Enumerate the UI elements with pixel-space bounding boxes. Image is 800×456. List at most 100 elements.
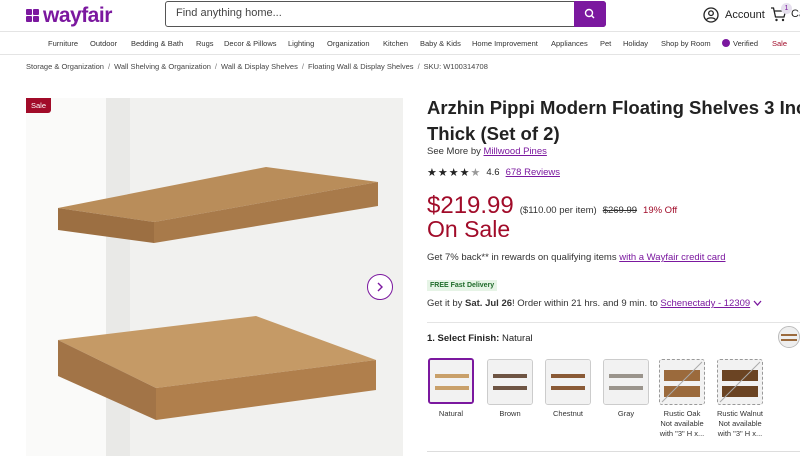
swatch-rustic-walnut-image	[718, 360, 762, 404]
star-icon: ★	[427, 167, 437, 179]
location-link[interactable]: Schenectady - 12309	[660, 298, 750, 309]
arrive-date: Sat. Jul 26	[465, 298, 513, 309]
breadcrumb-item[interactable]: Wall & Display Shelves	[221, 62, 298, 71]
rewards-text: Get 7% back** in rewards on qualifying i…	[427, 252, 617, 263]
product-title-line-2: Thick (Set of 2)	[427, 123, 560, 144]
swatch-natural[interactable]	[428, 358, 474, 404]
chevron-down-icon[interactable]	[753, 299, 762, 307]
category-nav: Furniture Outdoor Bedding & Bath Rugs De…	[0, 31, 800, 55]
swatch-rustic-oak-note: Not available with "3" H x...	[659, 419, 705, 438]
product-image[interactable]	[26, 98, 403, 456]
swatch-rustic-oak[interactable]	[659, 359, 705, 405]
cart-button[interactable]: 1 Ca	[770, 3, 800, 22]
section-divider	[427, 322, 800, 323]
swatch-brown-label: Brown	[499, 409, 521, 418]
swatch-rustic-oak-image	[660, 360, 704, 404]
swatch-rustic-oak-name: Rustic Oak	[663, 409, 701, 418]
breadcrumb-item[interactable]: Wall Shelving & Organization	[114, 62, 211, 71]
breadcrumb-separator: /	[214, 62, 218, 71]
star-icon: ★	[437, 167, 448, 179]
star-icon: ★	[448, 167, 459, 179]
swatch-chestnut-image	[546, 360, 590, 404]
section-divider	[427, 451, 800, 452]
swatch-brown-image	[488, 360, 532, 404]
brand-link[interactable]: Millwood Pines	[484, 146, 547, 157]
rating-summary: ★ ★ ★ ★ ★ 4.6 678 Reviews	[427, 166, 560, 179]
swatch-rustic-walnut-note: Not available with "3" H x...	[717, 419, 763, 438]
swatch-rustic-walnut-name: Rustic Walnut	[717, 409, 763, 418]
nav-item-shop-by-room[interactable]: Shop by Room	[661, 39, 711, 48]
account-button[interactable]: Account	[703, 7, 765, 23]
rewards-info: Get 7% back** in rewards on qualifying i…	[427, 252, 726, 263]
swatch-rustic-walnut[interactable]	[717, 359, 763, 405]
star-icon: ★	[459, 167, 470, 179]
nav-item-decor-pillows[interactable]: Decor & Pillows	[224, 39, 277, 48]
arrive-mid: ! Order within 21 hrs. and 9 min. to	[512, 298, 658, 309]
see-more-brand: See More by Millwood Pines	[427, 146, 547, 157]
product-image-gallery: Sale	[26, 98, 403, 456]
finish-selector-label: 1. Select Finish: Natural	[427, 333, 533, 344]
nav-item-home-improvement[interactable]: Home Improvement	[472, 39, 538, 48]
breadcrumb-separator: /	[107, 62, 111, 71]
nav-item-organization[interactable]: Organization	[327, 39, 370, 48]
verified-icon	[722, 39, 730, 47]
star-half-icon: ★	[470, 167, 481, 179]
credit-card-link[interactable]: with a Wayfair credit card	[619, 252, 725, 263]
nav-item-lighting[interactable]: Lighting	[288, 39, 314, 48]
sku-label: SKU: W100314708	[423, 62, 488, 71]
reviews-link[interactable]: 678 Reviews	[506, 167, 560, 178]
nav-item-pet[interactable]: Pet	[600, 39, 611, 48]
nav-item-kitchen[interactable]: Kitchen	[383, 39, 408, 48]
top-bar: wayfair Account 1 Ca	[0, 0, 800, 30]
chevron-right-icon	[377, 282, 383, 292]
nav-item-outdoor[interactable]: Outdoor	[90, 39, 117, 48]
finish-preview-image	[779, 327, 799, 347]
nav-item-verified[interactable]: Verified	[722, 39, 758, 48]
swatch-chestnut[interactable]	[545, 359, 591, 405]
nav-item-furniture[interactable]: Furniture	[48, 39, 78, 48]
breadcrumb-item[interactable]: Floating Wall & Display Shelves	[308, 62, 414, 71]
product-title-line-1: Arzhin Pippi Modern Floating Shelves 3 I…	[427, 97, 800, 118]
nav-item-rugs[interactable]: Rugs	[196, 39, 214, 48]
original-price: $269.99	[602, 205, 638, 216]
nav-item-baby-kids[interactable]: Baby & Kids	[420, 39, 461, 48]
next-image-button[interactable]	[367, 274, 393, 300]
cart-label: Ca	[791, 8, 800, 20]
free-delivery-badge: FREE Fast Delivery	[427, 280, 498, 291]
nav-item-holiday[interactable]: Holiday	[623, 39, 648, 48]
logo-text: wayfair	[43, 4, 112, 27]
cart-count-badge: 1	[781, 3, 792, 14]
swatch-rustic-walnut-label: Rustic Walnut Not available with "3" H x…	[711, 409, 769, 439]
nav-item-sale[interactable]: Sale	[772, 39, 787, 48]
swatch-gray-image	[604, 360, 648, 404]
logo-mark-icon	[26, 9, 40, 23]
user-icon	[703, 7, 719, 23]
rating-value: 4.6	[486, 167, 500, 178]
search-bar	[165, 1, 606, 27]
see-more-prefix: See More by	[427, 146, 481, 157]
sale-badge: Sale	[26, 98, 52, 113]
search-input[interactable]	[174, 6, 573, 20]
swatch-rustic-oak-label: Rustic Oak Not available with "3" H x...	[653, 409, 711, 439]
breadcrumb-item[interactable]: Storage & Organization	[26, 62, 104, 71]
finish-preview-thumb[interactable]	[778, 326, 800, 348]
account-label: Account	[725, 9, 765, 21]
delivery-estimate: Get it by Sat. Jul 26! Order within 21 h…	[427, 298, 762, 309]
product-title: Arzhin Pippi Modern Floating Shelves 3 I…	[427, 95, 800, 147]
per-item-price: ($110.00 per item)	[519, 205, 597, 216]
wayfair-logo[interactable]: wayfair	[26, 4, 112, 28]
finish-step-label: 1. Select Finish:	[427, 333, 500, 344]
star-rating: ★ ★ ★ ★ ★	[427, 166, 481, 179]
on-sale-label: On Sale	[427, 216, 511, 242]
search-button[interactable]	[574, 1, 606, 27]
swatch-natural-label: Natural	[438, 409, 464, 418]
swatch-brown[interactable]	[487, 359, 533, 405]
verified-label: Verified	[733, 39, 759, 48]
discount-label: 19% Off	[643, 205, 678, 216]
nav-item-appliances[interactable]: Appliances	[551, 39, 588, 48]
swatch-gray[interactable]	[603, 359, 649, 405]
arrive-prefix: Get it by	[427, 298, 463, 309]
breadcrumb-separator: /	[417, 62, 420, 71]
nav-item-bedding-bath[interactable]: Bedding & Bath	[131, 39, 183, 48]
swatch-natural-image	[430, 360, 472, 402]
